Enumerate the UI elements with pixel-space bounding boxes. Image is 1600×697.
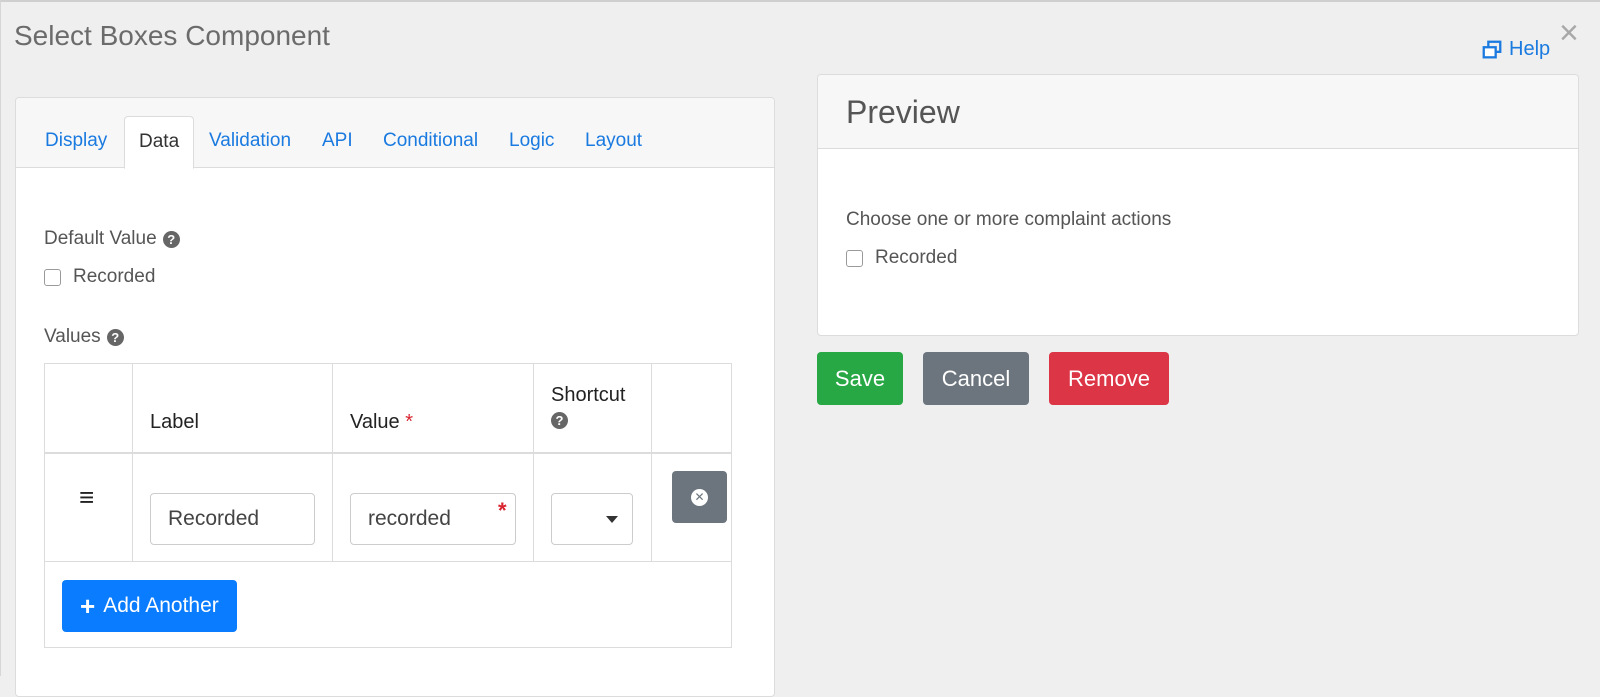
close-icon[interactable]: × [1559, 16, 1579, 50]
header-value-cell: Value * [333, 364, 534, 452]
header-drag-cell [45, 364, 133, 452]
values-label: Values ? [44, 326, 124, 348]
default-value-option-label: Recorded [73, 266, 156, 287]
add-another-label: Add Another [103, 594, 219, 617]
preview-option[interactable]: Recorded [846, 247, 957, 269]
preview-field-label: Choose one or more complaint actions [846, 209, 1172, 230]
table-row: ≡ Recorded recorded * ✕ [45, 454, 731, 562]
preview-panel: Preview Choose one or more complaint act… [817, 74, 1579, 336]
shortcut-select[interactable] [551, 493, 633, 545]
plus-icon: + [80, 591, 96, 621]
header-shortcut-cell: Shortcut ? [534, 364, 652, 452]
tab-bar: Display Data Validation API Conditional … [16, 98, 774, 169]
tab-layout[interactable]: Layout [585, 116, 642, 168]
help-link[interactable]: Help [1481, 38, 1550, 61]
default-value-label: Default Value ? [44, 228, 180, 250]
values-table-header: Label Value * Shortcut ? [45, 364, 731, 454]
default-value-option[interactable]: Recorded [44, 266, 155, 288]
value-input[interactable]: recorded [350, 493, 516, 545]
question-circle-icon[interactable]: ? [551, 412, 568, 429]
header-label-cell: Label [133, 364, 333, 452]
external-window-icon [1482, 40, 1502, 58]
required-marker: * [405, 411, 414, 433]
value-cell: recorded * [333, 454, 534, 561]
shortcut-cell [534, 454, 652, 561]
tab-conditional[interactable]: Conditional [383, 116, 478, 168]
column-header-value: Value * [350, 411, 413, 434]
preview-checkbox[interactable] [846, 249, 863, 267]
preview-option-label: Recorded [875, 247, 958, 268]
values-table: Label Value * Shortcut ? ≡ Recorded reco… [44, 363, 732, 648]
remove-circle-icon: ✕ [691, 488, 708, 506]
add-another-button[interactable]: + Add Another [62, 580, 237, 632]
default-value-checkbox[interactable] [44, 268, 61, 286]
save-button[interactable]: Save [817, 352, 903, 405]
value-required-marker: * [498, 498, 507, 523]
remove-row-button[interactable]: ✕ [672, 471, 727, 523]
tab-display[interactable]: Display [45, 116, 107, 168]
default-value-label-text: Default Value [44, 228, 157, 249]
label-cell: Recorded [133, 454, 333, 561]
tab-logic[interactable]: Logic [509, 116, 554, 168]
label-input[interactable]: Recorded [150, 493, 315, 545]
column-header-label: Label [150, 411, 199, 433]
question-circle-icon[interactable]: ? [106, 328, 124, 346]
tab-api[interactable]: API [322, 116, 353, 168]
preview-title: Preview [818, 75, 1578, 149]
caret-down-icon [606, 516, 618, 523]
remove-button[interactable]: Remove [1049, 352, 1169, 405]
help-label: Help [1509, 38, 1551, 60]
column-header-shortcut: Shortcut [551, 384, 626, 406]
tab-validation[interactable]: Validation [209, 116, 291, 168]
modal-title: Select Boxes Component [14, 20, 330, 51]
component-editor-panel: Display Data Validation API Conditional … [15, 97, 775, 697]
question-circle-icon[interactable]: ? [162, 230, 180, 248]
drag-handle-icon[interactable]: ≡ [79, 482, 94, 513]
tab-data[interactable]: Data [124, 116, 195, 169]
cancel-button[interactable]: Cancel [923, 352, 1029, 405]
values-label-text: Values [44, 326, 101, 347]
drag-cell: ≡ [45, 454, 133, 561]
column-header-value-text: Value [350, 411, 400, 433]
